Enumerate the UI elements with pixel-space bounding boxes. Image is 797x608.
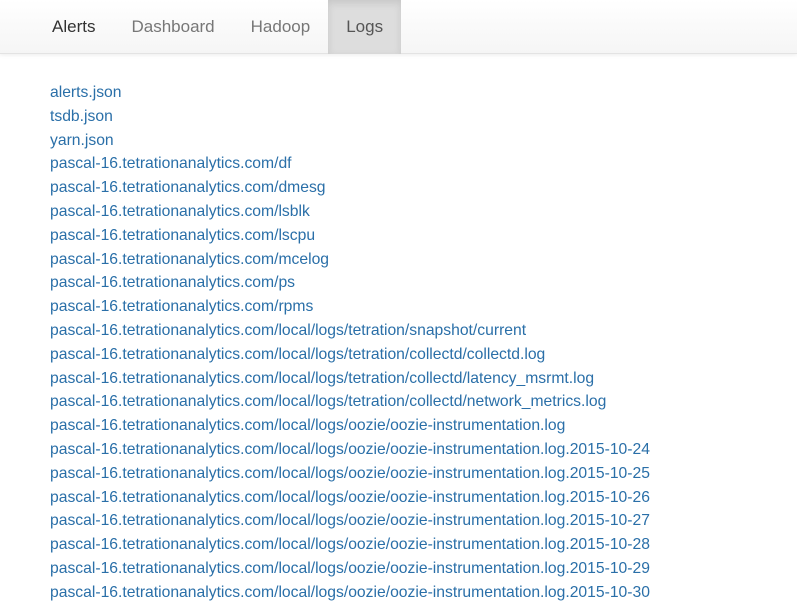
- log-file-link[interactable]: pascal-16.tetrationanalytics.com/df: [50, 155, 292, 172]
- list-item: pascal-16.tetrationanalytics.com/local/l…: [50, 343, 650, 367]
- log-file-link[interactable]: pascal-16.tetrationanalytics.com/local/l…: [50, 536, 650, 553]
- log-file-link[interactable]: pascal-16.tetrationanalytics.com/lsblk: [50, 203, 310, 220]
- log-file-link[interactable]: pascal-16.tetrationanalytics.com/local/l…: [50, 322, 526, 339]
- log-file-link[interactable]: pascal-16.tetrationanalytics.com/mcelog: [50, 251, 329, 268]
- nav-tabs: Alerts Dashboard Hadoop Logs: [0, 0, 402, 54]
- list-item: pascal-16.tetrationanalytics.com/lsblk: [50, 200, 650, 224]
- list-item: pascal-16.tetrationanalytics.com/local/l…: [50, 414, 650, 438]
- list-item: pascal-16.tetrationanalytics.com/rpms: [50, 295, 650, 319]
- log-file-link[interactable]: pascal-16.tetrationanalytics.com/ps: [50, 274, 295, 291]
- list-item: pascal-16.tetrationanalytics.com/ps: [50, 271, 650, 295]
- list-item: pascal-16.tetrationanalytics.com/mcelog: [50, 248, 650, 272]
- log-file-link[interactable]: pascal-16.tetrationanalytics.com/local/l…: [50, 584, 650, 601]
- log-file-link[interactable]: pascal-16.tetrationanalytics.com/rpms: [50, 298, 313, 315]
- log-file-link[interactable]: pascal-16.tetrationanalytics.com/local/l…: [50, 370, 594, 387]
- nav-tab-hadoop[interactable]: Hadoop: [233, 0, 329, 54]
- log-file-link[interactable]: alerts.json: [50, 84, 122, 101]
- log-file-link[interactable]: yarn.json: [50, 132, 114, 149]
- log-file-link[interactable]: tsdb.json: [50, 108, 113, 125]
- list-item: pascal-16.tetrationanalytics.com/local/l…: [50, 462, 650, 486]
- top-navbar: Alerts Dashboard Hadoop Logs: [0, 0, 797, 54]
- log-file-link[interactable]: pascal-16.tetrationanalytics.com/local/l…: [50, 393, 606, 410]
- nav-tab-logs[interactable]: Logs: [328, 0, 402, 54]
- list-item: pascal-16.tetrationanalytics.com/local/l…: [50, 367, 650, 391]
- list-item: pascal-16.tetrationanalytics.com/local/l…: [50, 390, 650, 414]
- list-item: pascal-16.tetrationanalytics.com/local/l…: [50, 581, 650, 605]
- log-file-link[interactable]: pascal-16.tetrationanalytics.com/local/l…: [50, 560, 650, 577]
- list-item: pascal-16.tetrationanalytics.com/dmesg: [50, 176, 650, 200]
- list-item: pascal-16.tetrationanalytics.com/local/l…: [50, 533, 650, 557]
- list-item: pascal-16.tetrationanalytics.com/lscpu: [50, 224, 650, 248]
- nav-tab-dashboard[interactable]: Dashboard: [113, 0, 232, 54]
- log-file-list: alerts.json tsdb.json yarn.json pascal-16.t…: [50, 81, 650, 605]
- log-file-link[interactable]: pascal-16.tetrationanalytics.com/local/l…: [50, 465, 650, 482]
- log-file-link[interactable]: pascal-16.tetrationanalytics.com/local/l…: [50, 489, 650, 506]
- log-file-link[interactable]: pascal-16.tetrationanalytics.com/local/l…: [50, 441, 650, 458]
- log-file-link[interactable]: pascal-16.tetrationanalytics.com/local/l…: [50, 512, 650, 529]
- nav-tab-alerts[interactable]: Alerts: [34, 0, 113, 54]
- log-file-link[interactable]: pascal-16.tetrationanalytics.com/dmesg: [50, 179, 326, 196]
- log-file-link[interactable]: pascal-16.tetrationanalytics.com/local/l…: [50, 417, 565, 434]
- list-item: tsdb.json: [50, 105, 650, 129]
- list-item: pascal-16.tetrationanalytics.com/local/l…: [50, 509, 650, 533]
- list-item: pascal-16.tetrationanalytics.com/local/l…: [50, 486, 650, 510]
- log-file-link[interactable]: pascal-16.tetrationanalytics.com/lscpu: [50, 227, 315, 244]
- list-item: pascal-16.tetrationanalytics.com/df: [50, 152, 650, 176]
- list-item: pascal-16.tetrationanalytics.com/local/l…: [50, 438, 650, 462]
- list-item: pascal-16.tetrationanalytics.com/local/l…: [50, 557, 650, 581]
- log-file-link[interactable]: pascal-16.tetrationanalytics.com/local/l…: [50, 346, 545, 363]
- list-item: pascal-16.tetrationanalytics.com/local/l…: [50, 319, 650, 343]
- list-item: alerts.json: [50, 81, 650, 105]
- list-item: yarn.json: [50, 129, 650, 153]
